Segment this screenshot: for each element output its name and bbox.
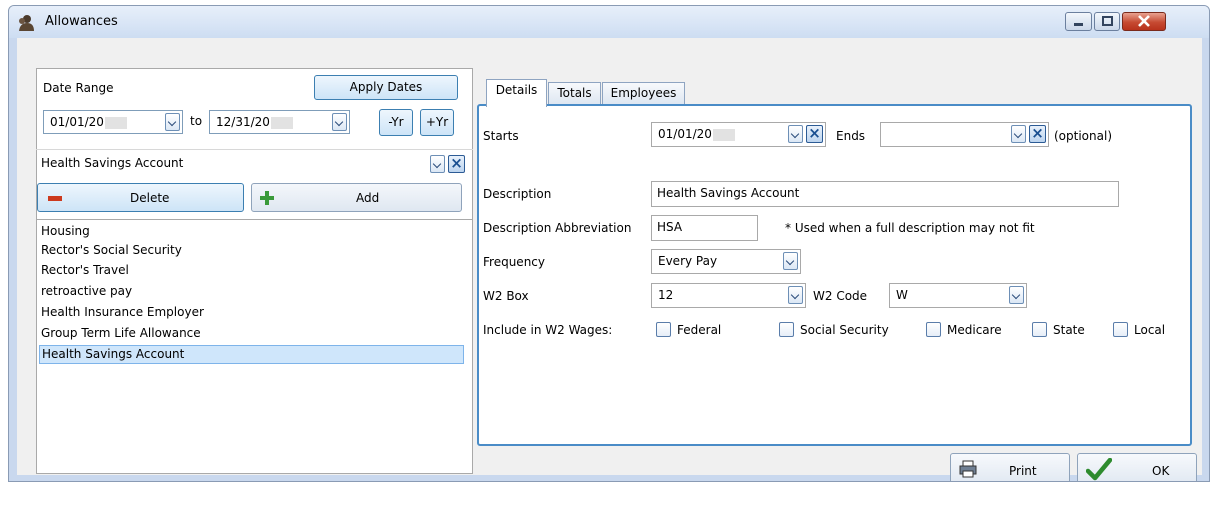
federal-checkbox[interactable] (656, 322, 671, 337)
w2-box-select[interactable]: 12 (651, 283, 806, 308)
chevron-down-icon[interactable] (332, 113, 347, 131)
list-item-selected[interactable]: Health Savings Account (39, 345, 464, 364)
allowance-selector[interactable]: Health Savings Account × (37, 152, 470, 176)
starts-date-value: 01/01/20 (658, 127, 712, 141)
allowances-window: Allowances Date Range Apply Dates 01/01/… (8, 5, 1210, 482)
details-panel: Starts 01/01/20 × Ends × (optional) Desc… (477, 104, 1192, 446)
list-item[interactable]: Housing (39, 222, 90, 241)
abbreviation-label: Description Abbreviation (483, 221, 632, 235)
close-icon (1138, 15, 1150, 27)
date-range-label: Date Range (43, 81, 114, 95)
chevron-down-icon[interactable] (783, 252, 798, 270)
window-title: Allowances (45, 14, 118, 29)
apply-dates-button[interactable]: Apply Dates (314, 75, 458, 100)
start-date-value: 01/01/20 (50, 115, 104, 129)
medicare-label: Medicare (947, 323, 1002, 337)
allowance-list[interactable]: Housing Rector's Social Security Rector'… (37, 219, 472, 473)
w2-code-select[interactable]: W (889, 283, 1027, 308)
ok-button[interactable]: OK (1077, 453, 1197, 481)
federal-label: Federal (677, 323, 722, 337)
chevron-down-icon[interactable] (430, 155, 445, 173)
w2-box-label: W2 Box (483, 289, 529, 303)
allowance-list-panel: Date Range Apply Dates 01/01/20 to 12/31… (36, 68, 473, 474)
abbreviation-note: * Used when a full description may not f… (785, 221, 1035, 235)
description-input[interactable]: Health Savings Account (651, 181, 1119, 207)
description-label: Description (483, 187, 552, 201)
person-icon (19, 15, 34, 31)
list-item[interactable]: Group Term Life Allowance (39, 324, 201, 343)
to-label: to (190, 114, 203, 128)
ends-date-field[interactable]: × (880, 122, 1049, 147)
clear-x-icon[interactable]: × (806, 125, 823, 143)
list-item[interactable]: Rector's Social Security (39, 241, 182, 260)
maximize-button[interactable] (1094, 12, 1120, 31)
tab-employees[interactable]: Employees (602, 82, 685, 105)
plus-year-button[interactable]: +Yr (420, 109, 454, 136)
tab-details[interactable]: Details (486, 79, 547, 107)
starts-date-field[interactable]: 01/01/20 × (651, 122, 826, 147)
checkmark-icon (1086, 458, 1112, 481)
title-bar[interactable]: Allowances (9, 6, 1209, 38)
abbreviation-input[interactable]: HSA (651, 215, 758, 241)
ends-label: Ends (836, 129, 866, 143)
start-date-field[interactable]: 01/01/20 (43, 110, 183, 134)
w2-code-value: W (896, 288, 908, 302)
abbreviation-value: HSA (657, 220, 683, 234)
state-label: State (1053, 323, 1085, 337)
minimize-icon (1074, 23, 1083, 26)
dialog-client-area: Date Range Apply Dates 01/01/20 to 12/31… (17, 38, 1202, 481)
minus-year-button[interactable]: -Yr (379, 109, 413, 136)
add-button[interactable]: Add (251, 183, 462, 212)
clear-x-icon[interactable]: × (448, 155, 465, 173)
frequency-label: Frequency (483, 255, 545, 269)
local-label: Local (1134, 323, 1166, 337)
frequency-value: Every Pay (658, 254, 718, 268)
end-date-value: 12/31/20 (216, 115, 270, 129)
printer-icon (959, 460, 977, 478)
clear-x-icon[interactable]: × (1029, 125, 1046, 143)
ok-label: OK (1152, 464, 1170, 478)
optional-label: (optional) (1054, 129, 1112, 143)
list-item[interactable]: retroactive pay (39, 282, 132, 301)
minus-icon (48, 196, 62, 201)
medicare-checkbox[interactable] (926, 322, 941, 337)
close-button[interactable] (1122, 12, 1166, 31)
chevron-down-icon[interactable] (1009, 286, 1024, 304)
local-checkbox[interactable] (1113, 322, 1128, 337)
plus-icon (260, 191, 274, 205)
end-date-field[interactable]: 12/31/20 (209, 110, 350, 134)
chevron-down-icon[interactable] (788, 125, 803, 143)
delete-button[interactable]: Delete (37, 183, 244, 212)
delete-label: Delete (130, 191, 170, 205)
state-checkbox[interactable] (1032, 322, 1047, 337)
social-security-checkbox[interactable] (779, 322, 794, 337)
maximize-icon (1102, 16, 1113, 26)
chevron-down-icon[interactable] (1011, 125, 1026, 143)
chevron-down-icon[interactable] (788, 286, 803, 304)
print-label: Print (1009, 464, 1037, 478)
print-button[interactable]: Print (950, 453, 1070, 481)
include-w2-wages-label: Include in W2 Wages: (483, 323, 613, 337)
w2-code-label: W2 Code (813, 289, 868, 303)
social-security-label: Social Security (800, 323, 889, 337)
tab-totals[interactable]: Totals (548, 82, 601, 105)
starts-label: Starts (483, 129, 519, 143)
list-item[interactable]: Rector's Travel (39, 261, 129, 280)
selected-allowance-value: Health Savings Account (41, 156, 184, 170)
w2-box-value: 12 (658, 288, 674, 302)
list-item[interactable]: Health Insurance Employer (39, 303, 204, 322)
frequency-select[interactable]: Every Pay (651, 249, 801, 274)
minimize-button[interactable] (1065, 12, 1092, 31)
chevron-down-icon[interactable] (165, 113, 180, 131)
add-label: Add (356, 191, 380, 205)
description-value: Health Savings Account (657, 186, 800, 200)
